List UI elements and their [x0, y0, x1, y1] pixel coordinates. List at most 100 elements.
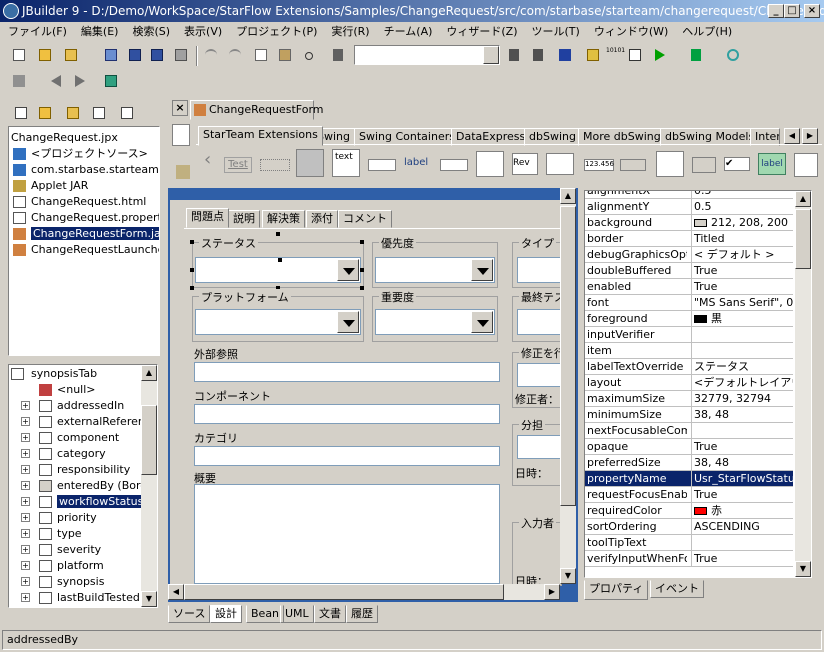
palette-panel-item[interactable] — [260, 159, 290, 171]
priority-group[interactable]: 優先度 — [372, 235, 498, 288]
tree-node[interactable]: + type — [9, 526, 157, 542]
property-value[interactable]: True — [691, 279, 793, 294]
scroll-left-icon[interactable]: ◀ — [168, 584, 184, 600]
palette-left-icon[interactable]: ◀ — [784, 128, 800, 144]
menu-run[interactable]: 実行(R) — [331, 25, 369, 38]
minimize-button[interactable]: _ — [768, 4, 784, 18]
scroll-right-icon[interactable]: ▶ — [544, 584, 560, 600]
fix-field[interactable] — [517, 363, 563, 387]
property-value[interactable]: Titled — [691, 231, 793, 246]
menu-window[interactable]: ウィンドウ(W) — [594, 25, 668, 38]
jbuilder-icon[interactable] — [3, 3, 19, 19]
tab-bean[interactable]: Bean — [246, 605, 285, 623]
list-item[interactable]: <プロジェクトソース> — [9, 146, 159, 162]
assign-group[interactable]: 分担 日時： — [512, 417, 563, 486]
find-prev-icon[interactable] — [530, 46, 548, 64]
list-item[interactable]: ChangeRequest.html — [9, 194, 159, 210]
menu-project[interactable]: プロジェクト(P) — [236, 25, 317, 38]
reopen-icon[interactable] — [102, 46, 120, 64]
menu-help[interactable]: ヘルプ(H) — [682, 25, 732, 38]
property-row[interactable]: doubleBuffered True — [585, 263, 793, 279]
property-row[interactable]: preferredSize 38, 48 — [585, 455, 793, 471]
tab-design[interactable]: 設計 — [210, 605, 242, 623]
redo-icon[interactable] — [226, 46, 244, 64]
property-value[interactable] — [691, 327, 793, 342]
inspector-scrollbar[interactable]: ▲ ▼ — [795, 191, 811, 577]
scroll-thumb[interactable] — [795, 209, 811, 269]
tab-history[interactable]: 履歴 — [346, 605, 378, 623]
binoculars-icon[interactable] — [556, 46, 574, 64]
list-item[interactable]: ChangeRequestForm.java — [9, 226, 159, 242]
palette-textarea-item[interactable]: text — [332, 149, 360, 177]
scroll-down-icon[interactable]: ▼ — [141, 591, 157, 607]
title-bar[interactable]: JBuilder 9 - D:/Demo/WorkSpace/StarFlow … — [0, 0, 824, 22]
browse-icon[interactable] — [102, 72, 120, 90]
property-row[interactable]: background 212, 208, 200 — [585, 215, 793, 231]
scroll-thumb[interactable] — [141, 405, 157, 475]
palette-spin-item[interactable] — [692, 157, 716, 173]
property-row[interactable]: minimumSize 38, 48 — [585, 407, 793, 423]
open-icon[interactable] — [62, 46, 80, 64]
undo-icon[interactable] — [202, 46, 220, 64]
scroll-up-icon[interactable]: ▲ — [795, 191, 811, 207]
tree-node[interactable]: + workflowStatus — [9, 494, 157, 510]
property-row[interactable]: requestFocusEnabl... True — [585, 487, 793, 503]
palette-label2-item[interactable]: label — [758, 153, 786, 175]
tab-change-request-form[interactable]: ChangeRequestForm — [190, 100, 324, 120]
menu-team[interactable]: チーム(A) — [384, 25, 433, 38]
status-group[interactable]: ステータス — [192, 235, 364, 288]
save-icon[interactable] — [126, 46, 144, 64]
back-arrow-icon[interactable] — [48, 72, 66, 90]
palette-tab-starteam[interactable]: StarTeam Extensions — [198, 126, 323, 146]
property-value[interactable]: 32779, 32794 — [691, 391, 793, 406]
design-canvas[interactable]: 問題点 説明 解決策 添付 コメント ステータス 優先度 タイプ プラットフォー… — [168, 188, 578, 602]
home-icon[interactable] — [10, 72, 28, 90]
tree-node[interactable]: synopsisTab — [9, 366, 157, 382]
form-tab-issue[interactable]: 問題点 — [186, 208, 229, 228]
property-value[interactable]: <デフォルトレイアウ — [691, 375, 793, 390]
maximize-button[interactable]: □ — [784, 4, 800, 18]
palette-box-item[interactable] — [296, 149, 324, 177]
last-test-group[interactable]: 最終テス — [512, 289, 567, 342]
menu-wizard[interactable]: ウィザード(Z) — [446, 25, 517, 38]
project-menu-icon[interactable] — [118, 104, 136, 122]
property-row[interactable]: item — [585, 343, 793, 359]
palette-test-item[interactable]: Test — [224, 157, 252, 173]
chevron-down-icon[interactable] — [471, 259, 493, 281]
canvas-hscrollbar[interactable]: ◀ ▶ — [168, 584, 560, 600]
expand-icon[interactable]: + — [21, 465, 30, 474]
menu-search[interactable]: 検索(S) — [132, 25, 170, 38]
property-value[interactable]: True — [691, 487, 793, 502]
palette-textfield-item[interactable] — [368, 159, 396, 171]
new-project-icon[interactable] — [36, 46, 54, 64]
property-row[interactable]: toolTipText — [585, 535, 793, 551]
find-next-icon[interactable] — [506, 46, 524, 64]
form-tab-description[interactable]: 説明 — [228, 210, 260, 228]
tree-node[interactable]: + component — [9, 430, 157, 446]
chevron-down-icon[interactable] — [337, 311, 359, 333]
platform-group[interactable]: プラットフォーム — [192, 289, 364, 342]
property-value[interactable] — [691, 535, 793, 550]
expand-icon[interactable]: + — [21, 481, 30, 490]
property-value[interactable]: ASCENDING — [691, 519, 793, 534]
debug-icon[interactable] — [688, 46, 706, 64]
remove-file-icon[interactable] — [64, 104, 82, 122]
expand-icon[interactable]: + — [21, 545, 30, 554]
form-tab-solution[interactable]: 解決策 — [262, 210, 305, 228]
add-file-icon[interactable] — [36, 104, 54, 122]
tree-node[interactable]: + platform — [9, 558, 157, 574]
list-item[interactable]: ChangeRequest.propertye — [9, 210, 159, 226]
form-panel[interactable]: 問題点 説明 解決策 添付 コメント ステータス 優先度 タイプ プラットフォー… — [170, 200, 567, 588]
cut-icon[interactable] — [302, 46, 320, 64]
palette-number-item[interactable]: 123.456 — [584, 159, 614, 171]
form-tab-attachments[interactable]: 添付 — [306, 210, 338, 228]
expand-icon[interactable]: + — [21, 401, 30, 410]
palette-spacer-item[interactable] — [620, 159, 646, 171]
search-combo[interactable] — [354, 45, 500, 65]
priority-combo[interactable] — [375, 257, 495, 283]
tree-node[interactable]: <null> — [9, 382, 157, 398]
scroll-down-icon[interactable]: ▼ — [795, 561, 811, 577]
property-row[interactable]: font "MS Sans Serif", 0, 1 — [585, 295, 793, 311]
close-project-icon[interactable] — [12, 104, 30, 122]
expand-icon[interactable]: + — [21, 417, 30, 426]
